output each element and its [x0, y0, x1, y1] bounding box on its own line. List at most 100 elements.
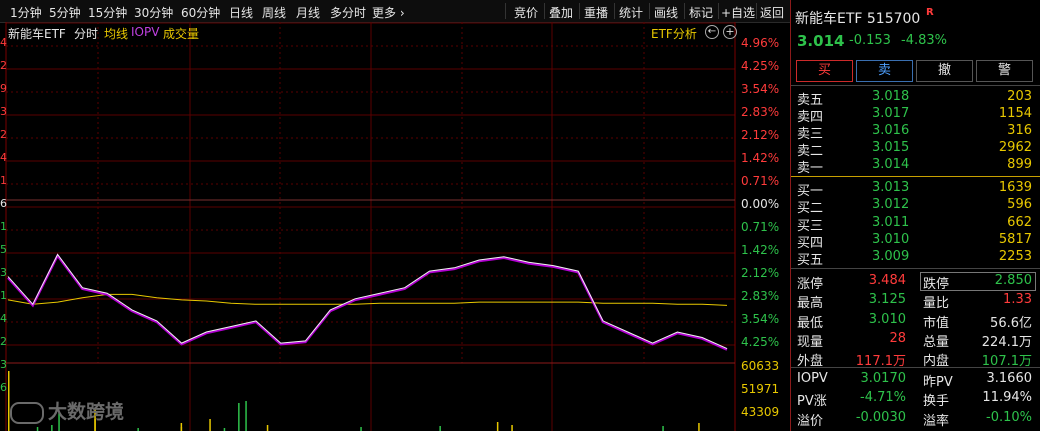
- watermark-logo-icon: [10, 401, 44, 424]
- axis-pct-label: 2.83%: [741, 105, 780, 119]
- period-15min[interactable]: 15分钟: [88, 4, 127, 21]
- left-axis-label: 4: [0, 151, 7, 164]
- back-button[interactable]: 返回: [760, 4, 784, 21]
- period-1min[interactable]: 1分钟: [10, 4, 42, 21]
- iopv-label: 溢价: [797, 413, 824, 429]
- left-axis-label: 2: [0, 128, 7, 141]
- axis-pct-label: 1.42%: [741, 243, 780, 257]
- period-multi[interactable]: 多分时: [330, 4, 366, 21]
- limit-down-box: [920, 272, 1036, 291]
- stat-value: 117.1万: [855, 354, 906, 370]
- replay-button[interactable]: 重播: [584, 4, 608, 21]
- left-axis-label: 2: [0, 59, 7, 72]
- period-day[interactable]: 日线: [229, 4, 253, 21]
- axis-pct-label: 4.96%: [741, 36, 780, 50]
- bid-row-price[interactable]: 3.011: [872, 215, 909, 231]
- axis-pct-label: 2.83%: [741, 289, 780, 303]
- iopv-value: 3.0170: [860, 371, 907, 386]
- left-axis-label: 5: [0, 243, 7, 256]
- left-axis-label: 1: [0, 174, 7, 187]
- ask-row-label: 卖三: [797, 127, 824, 142]
- stat-value: 107.1万: [981, 354, 1032, 370]
- period-week[interactable]: 周线: [262, 4, 286, 21]
- period-month[interactable]: 月线: [296, 4, 320, 21]
- volume-bar: [238, 403, 240, 431]
- stat-value: 28: [889, 330, 906, 346]
- ask-row-label: 卖二: [797, 144, 824, 159]
- bid-row-label: 买五: [797, 253, 824, 269]
- back-circle-icon[interactable]: ←: [705, 25, 719, 39]
- overlay-button[interactable]: 叠加: [549, 4, 573, 21]
- volume-legend: 成交量: [163, 27, 200, 41]
- period-60min[interactable]: 60分钟: [181, 4, 220, 21]
- ask-row-price[interactable]: 3.016: [872, 123, 909, 139]
- axis-pct-label: 4.25%: [741, 335, 780, 349]
- bid-row-label: 买一: [797, 184, 824, 199]
- iopv-label: IOPV: [797, 371, 828, 386]
- ask-row-price[interactable]: 3.014: [872, 157, 909, 173]
- period-toolbar: 1分钟 5分钟 15分钟 30分钟 60分钟 日线 周线 月线 多分时 更多 ›…: [0, 0, 790, 23]
- ask-row-volume: 1154: [998, 106, 1032, 121]
- bid-row-volume: 2253: [998, 249, 1032, 265]
- volume-axis-label: 51971: [741, 382, 780, 396]
- auction-button[interactable]: 竞价: [514, 4, 538, 21]
- stat-label: 量比: [923, 296, 950, 312]
- divider: [791, 367, 1040, 368]
- draw-button[interactable]: 画线: [654, 4, 678, 21]
- price-change-pct: -4.83%: [901, 33, 947, 48]
- ask-row-price[interactable]: 3.017: [872, 106, 909, 122]
- period-30min[interactable]: 30分钟: [134, 4, 173, 21]
- volume-bar: [662, 426, 664, 431]
- volume-bar: [245, 401, 247, 431]
- ask-row-price[interactable]: 3.018: [872, 89, 909, 105]
- left-axis-label: 6: [0, 197, 7, 210]
- bid-row-price[interactable]: 3.012: [872, 197, 909, 213]
- volume-bar: [209, 419, 211, 431]
- stat-label: 总量: [923, 334, 950, 350]
- bid-row-price[interactable]: 3.009: [872, 249, 909, 265]
- ask-row-price[interactable]: 3.015: [872, 140, 909, 156]
- cancel-order-button[interactable]: 撤: [916, 60, 973, 82]
- volume-axis-label: 60633: [741, 359, 780, 373]
- stat-label: 外盘: [797, 354, 824, 370]
- buy-button[interactable]: 买: [796, 60, 853, 82]
- avg-line-legend: 均线: [104, 27, 129, 41]
- volume-axis-label: 43309: [741, 405, 780, 419]
- bid-row-volume: 596: [1007, 197, 1032, 213]
- volume-bar: [51, 425, 53, 431]
- stat-label: 最低: [797, 315, 824, 331]
- intraday-chart[interactable]: 新能车ETF 分时 均线 IOPV 成交量 ETF分析 ← + 4 2 9 3 2 4 1 6…: [0, 22, 790, 431]
- axis-pct-label: 0.71%: [741, 174, 780, 188]
- volume-bar: [360, 427, 362, 431]
- stat-label: 现量: [797, 334, 824, 350]
- toolbar-divider: [505, 3, 506, 19]
- sell-button[interactable]: 卖: [856, 60, 913, 82]
- stats-button[interactable]: 统计: [619, 4, 643, 21]
- r-badge: R: [926, 7, 934, 18]
- bid-row-volume: 5817: [998, 231, 1032, 247]
- axis-pct-label: 2.12%: [741, 266, 780, 280]
- etf-analysis-link[interactable]: ETF分析: [651, 25, 697, 42]
- left-axis-label: 4: [0, 36, 7, 49]
- bid-row-price[interactable]: 3.013: [872, 180, 909, 196]
- divider: [791, 268, 1040, 269]
- mark-button[interactable]: 标记: [689, 4, 713, 21]
- price-change: -0.153: [849, 33, 891, 48]
- bid-row-volume: 662: [1007, 214, 1032, 230]
- bid-row-label: 买二: [797, 201, 824, 217]
- toolbar-divider: [684, 3, 685, 19]
- period-more[interactable]: 更多 ›: [372, 4, 405, 21]
- bid-row-price[interactable]: 3.010: [872, 232, 909, 248]
- toolbar-divider: [756, 3, 757, 19]
- axis-pct-label: 2.12%: [741, 128, 780, 142]
- zoom-in-icon[interactable]: +: [723, 25, 737, 39]
- toolbar-divider: [649, 3, 650, 19]
- toolbar-divider: [544, 3, 545, 19]
- axis-pct-label: 3.54%: [741, 82, 780, 96]
- stat-label: 内盘: [923, 354, 950, 370]
- period-5min[interactable]: 5分钟: [49, 4, 81, 21]
- alert-button[interactable]: 警: [976, 60, 1033, 82]
- iopv-label: 昨PV: [923, 375, 953, 390]
- add-watchlist-button[interactable]: +自选: [721, 4, 755, 21]
- stat-label: 涨停: [797, 277, 824, 292]
